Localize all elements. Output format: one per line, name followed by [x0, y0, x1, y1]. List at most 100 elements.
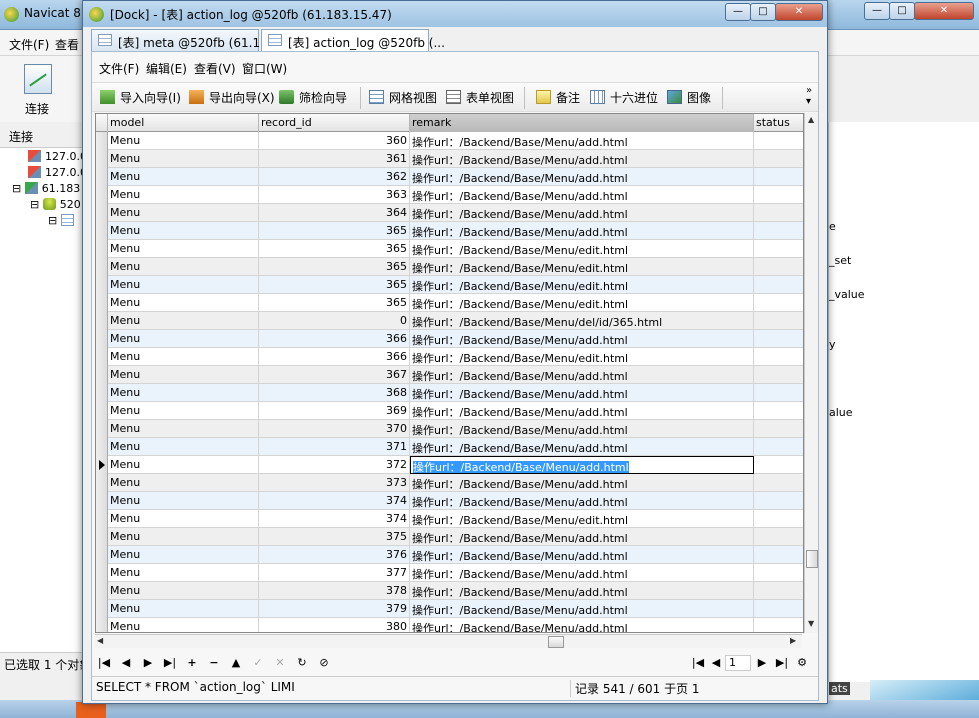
row-indicator[interactable] — [96, 600, 108, 618]
horizontal-scrollbar[interactable]: ◀ ▶ — [95, 634, 802, 648]
cell-record-id[interactable]: 360 — [259, 132, 410, 150]
page-number-input[interactable]: 1 — [725, 655, 751, 671]
table-row[interactable]: Menu 376 操作url：/Backend/Base/Menu/add.html — [96, 546, 803, 564]
vertical-scroll-thumb[interactable] — [806, 550, 818, 568]
cell-status[interactable] — [754, 474, 803, 492]
tree-item-database[interactable]: ⊟ 520 — [30, 198, 81, 214]
cell-status[interactable] — [754, 492, 803, 510]
cell-record-id[interactable]: 365 — [259, 294, 410, 312]
cell-remark[interactable]: 操作url：/Backend/Base/Menu/edit.html — [410, 240, 754, 258]
main-menu-view[interactable]: 查看 — [55, 36, 79, 53]
cell-model[interactable]: Menu — [108, 312, 259, 330]
cell-model[interactable]: Menu — [108, 402, 259, 420]
cancel-changes-icon[interactable]: ✕ — [272, 656, 288, 669]
row-indicator[interactable] — [96, 204, 108, 222]
cell-status[interactable] — [754, 150, 803, 168]
row-indicator[interactable] — [96, 402, 108, 420]
cell-model[interactable]: Menu — [108, 186, 259, 204]
export-wizard-button[interactable]: 导出向导(X) — [189, 89, 275, 106]
table-row[interactable]: Menu 365 操作url：/Backend/Base/Menu/edit.htm… — [96, 258, 803, 276]
cell-status[interactable] — [754, 582, 803, 600]
cell-model[interactable]: Menu — [108, 600, 259, 618]
row-indicator[interactable] — [96, 456, 108, 474]
cell-record-id[interactable]: 365 — [259, 240, 410, 258]
cell-remark[interactable]: 操作url：/Backend/Base/Menu/add.html — [410, 618, 754, 632]
hex-button[interactable]: 十六进位 — [590, 89, 658, 106]
table-row[interactable]: Menu 363 操作url：/Backend/Base/Menu/add.html — [96, 186, 803, 204]
cell-status[interactable] — [754, 276, 803, 294]
cell-status[interactable] — [754, 420, 803, 438]
cell-record-id[interactable]: 365 — [259, 222, 410, 240]
table-row[interactable]: Menu 380 操作url：/Backend/Base/Menu/add.html — [96, 618, 803, 632]
cell-record-id[interactable]: 365 — [259, 258, 410, 276]
form-view-button[interactable]: 表单视图 — [446, 89, 514, 106]
row-indicator[interactable] — [96, 492, 108, 510]
tree-item-tables[interactable]: ⊟ — [48, 214, 78, 230]
data-grid[interactable]: model record_id remark status Menu 360 操作u… — [95, 113, 804, 633]
filter-wizard-button[interactable]: 筛检向导 — [279, 89, 347, 106]
vertical-scrollbar[interactable]: ▲ ▼ — [804, 113, 818, 633]
cell-remark[interactable]: 操作url：/Backend/Base/Menu/add.html — [410, 492, 754, 510]
cell-model[interactable]: Menu — [108, 366, 259, 384]
cell-model[interactable]: Menu — [108, 618, 259, 632]
cell-status[interactable] — [754, 402, 803, 420]
last-record-icon[interactable]: ▶| — [162, 656, 178, 669]
table-row[interactable]: Menu 379 操作url：/Backend/Base/Menu/add.html — [96, 600, 803, 618]
horizontal-scroll-thumb[interactable] — [548, 636, 564, 648]
cell-status[interactable] — [754, 258, 803, 276]
table-row[interactable]: Menu 366 操作url：/Backend/Base/Menu/add.html — [96, 330, 803, 348]
cell-record-id[interactable]: 379 — [259, 600, 410, 618]
cell-model[interactable]: Menu — [108, 492, 259, 510]
memo-button[interactable]: 备注 — [536, 89, 580, 106]
cell-status[interactable] — [754, 456, 803, 474]
cell-record-id[interactable]: 369 — [259, 402, 410, 420]
row-indicator[interactable] — [96, 330, 108, 348]
cell-model[interactable]: Menu — [108, 258, 259, 276]
cell-status[interactable] — [754, 528, 803, 546]
cell-remark[interactable]: 操作url：/Backend/Base/Menu/edit.html — [410, 276, 754, 294]
tab-meta[interactable]: [表] meta @520fb (61.18... — [91, 29, 279, 51]
cell-model[interactable]: Menu — [108, 204, 259, 222]
page-settings-icon[interactable]: ⚙ — [794, 656, 810, 669]
cell-remark[interactable]: 操作url：/Backend/Base/Menu/add.html — [410, 168, 754, 186]
cell-status[interactable] — [754, 222, 803, 240]
cell-remark[interactable]: 操作url：/Backend/Base/Menu/edit.html — [410, 348, 754, 366]
cell-model[interactable]: Menu — [108, 564, 259, 582]
cell-record-id[interactable]: 363 — [259, 186, 410, 204]
main-close-button[interactable]: ✕ — [914, 2, 974, 20]
dock-minimize-button[interactable]: — — [725, 3, 751, 21]
cell-record-id[interactable]: 364 — [259, 204, 410, 222]
cell-record-id[interactable]: 378 — [259, 582, 410, 600]
info-tab[interactable]: ats — [829, 682, 850, 695]
cell-status[interactable] — [754, 168, 803, 186]
row-indicator[interactable] — [96, 384, 108, 402]
cell-record-id[interactable]: 365 — [259, 276, 410, 294]
apply-changes-icon[interactable]: ✓ — [250, 656, 266, 669]
table-row[interactable]: Menu 366 操作url：/Backend/Base/Menu/edit.htm… — [96, 348, 803, 366]
cell-model[interactable]: Menu — [108, 438, 259, 456]
cell-remark[interactable]: 操作url：/Backend/Base/Menu/add.html — [410, 150, 754, 168]
cell-record-id[interactable]: 375 — [259, 528, 410, 546]
table-row[interactable]: Menu 377 操作url：/Backend/Base/Menu/add.html — [96, 564, 803, 582]
cell-remark[interactable]: 操作url：/Backend/Base/Menu/add.html — [410, 132, 754, 150]
cell-remark[interactable]: 操作url：/Backend/Base/Menu/add.html — [410, 186, 754, 204]
cell-model[interactable]: Menu — [108, 222, 259, 240]
cell-model[interactable]: Menu — [108, 510, 259, 528]
row-indicator[interactable] — [96, 186, 108, 204]
table-row[interactable]: Menu 373 操作url：/Backend/Base/Menu/add.html — [96, 474, 803, 492]
tree-item-connection[interactable]: 127.0.0 — [28, 166, 87, 182]
cell-remark[interactable]: 操作url：/Backend/Base/Menu/add.html — [410, 456, 754, 474]
table-row[interactable]: Menu 360 操作url：/Backend/Base/Menu/add.html — [96, 132, 803, 150]
cell-record-id[interactable]: 367 — [259, 366, 410, 384]
cell-remark[interactable]: 操作url：/Backend/Base/Menu/add.html — [410, 204, 754, 222]
table-row[interactable]: Menu 375 操作url：/Backend/Base/Menu/add.html — [96, 528, 803, 546]
cell-status[interactable] — [754, 546, 803, 564]
table-row[interactable]: Menu 374 操作url：/Backend/Base/Menu/add.html — [96, 492, 803, 510]
table-row[interactable]: Menu 365 操作url：/Backend/Base/Menu/add.html — [96, 222, 803, 240]
next-record-icon[interactable]: ▶ — [140, 656, 156, 669]
row-indicator[interactable] — [96, 564, 108, 582]
cell-remark[interactable]: 操作url：/Backend/Base/Menu/add.html — [410, 366, 754, 384]
table-row[interactable]: Menu 374 操作url：/Backend/Base/Menu/edit.htm… — [96, 510, 803, 528]
row-indicator[interactable] — [96, 366, 108, 384]
table-row[interactable]: Menu 372 操作url：/Backend/Base/Menu/add.html — [96, 456, 803, 474]
